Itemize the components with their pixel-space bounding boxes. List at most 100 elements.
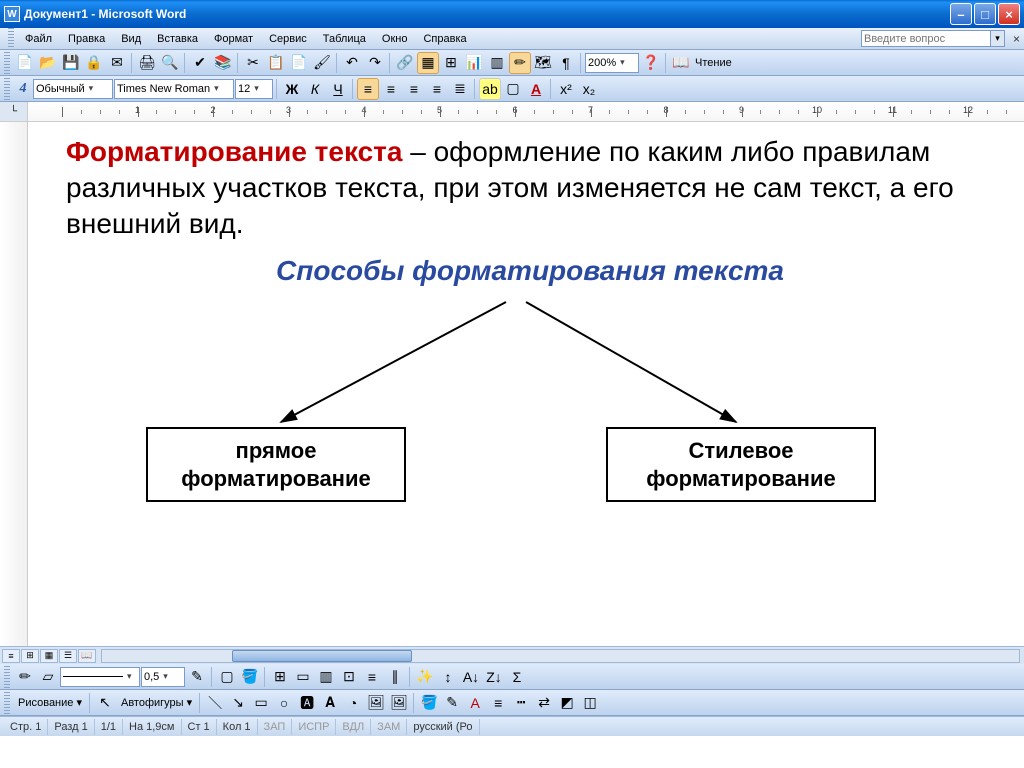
superscript-button[interactable]: x²	[555, 78, 577, 100]
clipart-icon[interactable]: 🖼	[365, 692, 387, 714]
menu-tools[interactable]: Сервис	[261, 31, 315, 47]
tables-borders-icon[interactable]: ▦	[417, 52, 439, 74]
line-color-icon[interactable]: ✎	[441, 692, 463, 714]
menu-format[interactable]: Формат	[206, 31, 261, 47]
eraser-icon[interactable]: ▱	[37, 666, 59, 688]
menu-view[interactable]: Вид	[113, 31, 149, 47]
menu-window[interactable]: Окно	[374, 31, 416, 47]
align-right-button[interactable]: ≡	[403, 78, 425, 100]
copy-icon[interactable]: 📋	[265, 52, 287, 74]
ruler-corner[interactable]: └	[0, 102, 28, 121]
toolbar-grip[interactable]	[4, 692, 10, 714]
new-doc-icon[interactable]: 📄	[14, 52, 36, 74]
status-ext[interactable]: ВДЛ	[336, 719, 371, 735]
outline-view-button[interactable]: ☰	[59, 649, 77, 663]
horizontal-scrollbar[interactable]	[101, 649, 1020, 663]
status-rec[interactable]: ЗАП	[258, 719, 293, 735]
style-combo[interactable]: Обычный▾	[33, 79, 113, 99]
doc-map-icon[interactable]: 🗺	[532, 52, 554, 74]
redo-icon[interactable]: ↷	[364, 52, 386, 74]
box-style-formatting[interactable]: Стилевое форматирование	[606, 427, 876, 502]
paste-icon[interactable]: 📄	[288, 52, 310, 74]
styles-pane-icon[interactable]: 4	[14, 78, 32, 100]
underline-button[interactable]: Ч	[327, 78, 349, 100]
normal-view-button[interactable]: ≡	[2, 649, 20, 663]
toolbar-grip[interactable]	[4, 78, 10, 100]
research-icon[interactable]: 📚	[212, 52, 234, 74]
align-justify-button[interactable]: ≡	[426, 78, 448, 100]
menu-file[interactable]: Файл	[17, 31, 60, 47]
line-icon[interactable]: ＼	[204, 692, 226, 714]
document-area[interactable]: Форматирование текста – оформление по ка…	[28, 122, 1024, 646]
subscript-button[interactable]: x₂	[578, 78, 600, 100]
align-cell-icon[interactable]: ⊡	[338, 666, 360, 688]
fill-color-icon[interactable]: 🪣	[418, 692, 440, 714]
ask-question-input[interactable]	[861, 30, 991, 47]
menu-help[interactable]: Справка	[415, 31, 474, 47]
reading-view-button[interactable]: 📖	[78, 649, 96, 663]
distribute-cols-icon[interactable]: ∥	[384, 666, 406, 688]
border-button[interactable]: ▢	[502, 78, 524, 100]
sort-desc-icon[interactable]: Z↓	[483, 666, 505, 688]
cut-icon[interactable]: ✂	[242, 52, 264, 74]
spellcheck-icon[interactable]: ✔	[189, 52, 211, 74]
toolbar-grip[interactable]	[8, 28, 14, 50]
select-objects-icon[interactable]: ↖	[94, 692, 116, 714]
maximize-button[interactable]: □	[974, 3, 996, 25]
line-style-combo[interactable]: ▾	[60, 667, 140, 687]
subtitle-text[interactable]: Способы форматирования текста	[66, 255, 994, 287]
sort-asc-icon[interactable]: A↓	[460, 666, 482, 688]
print-icon[interactable]: 🖨	[136, 52, 158, 74]
drawing-menu[interactable]: Рисование ▾	[14, 696, 86, 709]
line-spacing-button[interactable]: ≣	[449, 78, 471, 100]
menu-table[interactable]: Таблица	[315, 31, 374, 47]
reading-layout-icon[interactable]: 📖	[670, 52, 692, 74]
permission-icon[interactable]: 🔒	[83, 52, 105, 74]
arrow-style-icon[interactable]: ⇄	[533, 692, 555, 714]
horizontal-ruler[interactable]: 12345678910111213	[28, 102, 1024, 121]
highlight-button[interactable]: ab	[479, 78, 501, 100]
insert-worksheet-icon[interactable]: 📊	[463, 52, 485, 74]
autoformat-icon[interactable]: ✨	[414, 666, 436, 688]
show-marks-icon[interactable]: ¶	[555, 52, 577, 74]
menu-edit[interactable]: Правка	[60, 31, 113, 47]
hyperlink-icon[interactable]: 🔗	[394, 52, 416, 74]
reading-label[interactable]: Чтение	[693, 57, 734, 69]
bold-button[interactable]: Ж	[281, 78, 303, 100]
columns-icon[interactable]: ▥	[486, 52, 508, 74]
rectangle-icon[interactable]: ▭	[250, 692, 272, 714]
close-button[interactable]: ×	[998, 3, 1020, 25]
help-icon[interactable]: ❓	[640, 52, 662, 74]
text-direction-icon[interactable]: ↕	[437, 666, 459, 688]
wordart-icon[interactable]: 𝐀	[319, 692, 341, 714]
italic-button[interactable]: К	[304, 78, 326, 100]
arrow-icon[interactable]: ↘	[227, 692, 249, 714]
font-combo[interactable]: Times New Roman▾	[114, 79, 234, 99]
textbox-icon[interactable]: 🅰	[296, 692, 318, 714]
oval-icon[interactable]: ○	[273, 692, 295, 714]
3d-icon[interactable]: ◫	[579, 692, 601, 714]
font-color-button[interactable]: A	[525, 78, 547, 100]
undo-icon[interactable]: ↶	[341, 52, 363, 74]
print-preview-icon[interactable]: 🔍	[159, 52, 181, 74]
ask-question-dropdown[interactable]: ▾	[991, 30, 1005, 47]
border-color-icon[interactable]: ✎	[186, 666, 208, 688]
toolbar-grip[interactable]	[4, 666, 10, 688]
print-view-button[interactable]: ▦	[40, 649, 58, 663]
shadow-icon[interactable]: ◩	[556, 692, 578, 714]
shading-color-icon[interactable]: 🪣	[239, 666, 261, 688]
draw-table-icon[interactable]: ✏	[14, 666, 36, 688]
status-ovr[interactable]: ЗАМ	[371, 719, 407, 735]
scrollbar-thumb[interactable]	[232, 650, 412, 662]
status-trk[interactable]: ИСПР	[292, 719, 336, 735]
open-icon[interactable]: 📂	[37, 52, 59, 74]
status-lang[interactable]: русский (Ро	[407, 719, 479, 735]
distribute-rows-icon[interactable]: ≡	[361, 666, 383, 688]
align-center-button[interactable]: ≡	[380, 78, 402, 100]
menu-insert[interactable]: Вставка	[149, 31, 206, 47]
autosum-icon[interactable]: Σ	[506, 666, 528, 688]
picture-icon[interactable]: 🖼	[388, 692, 410, 714]
autoshapes-menu[interactable]: Автофигуры ▾	[117, 696, 196, 709]
zoom-combo[interactable]: 200%▾	[585, 53, 639, 73]
font-color-icon2[interactable]: A	[464, 692, 486, 714]
